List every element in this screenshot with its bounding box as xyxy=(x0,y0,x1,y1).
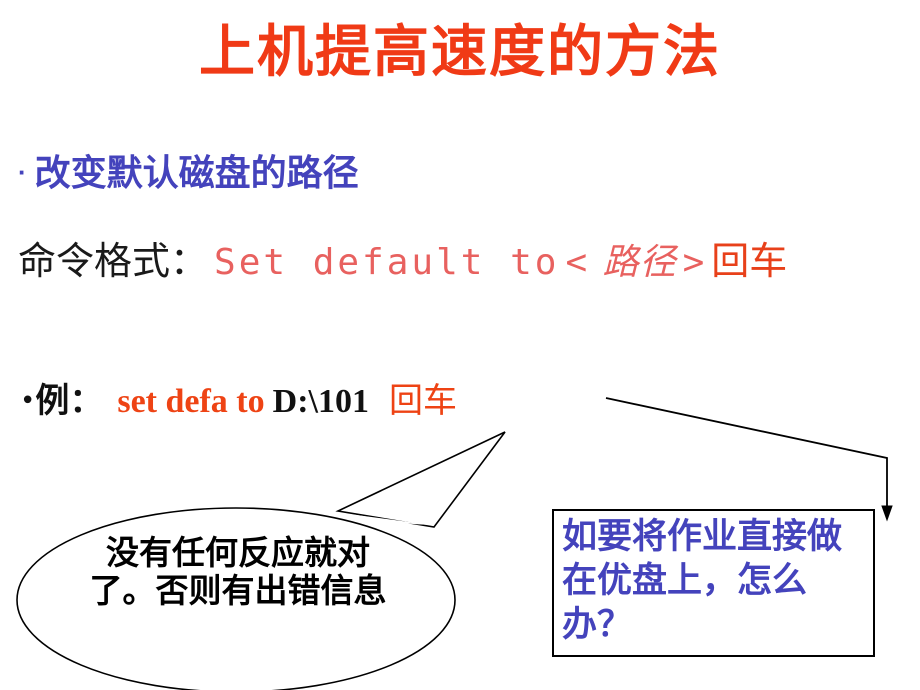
bullet-marker-icon: · xyxy=(18,157,27,187)
command-format-line: 命令格式： Set default to < 路径 > 回车 xyxy=(18,236,787,288)
callout-tail-join-mask xyxy=(341,513,432,525)
slide-canvas: 上机提高速度的方法 · 改变默认磁盘的路径 命令格式： Set default to… xyxy=(0,0,920,690)
page-title: 上机提高速度的方法 xyxy=(199,20,721,83)
command-argument-placeholder: 路径 xyxy=(590,242,677,283)
question-box-text: 如要将作业直接做在优盘上，怎么办？ xyxy=(562,517,843,644)
bullet-item-label: 改变默认磁盘的路径 xyxy=(34,152,359,193)
command-argument-open-bracket: < xyxy=(565,242,591,283)
connector-arrowhead-icon xyxy=(881,505,893,522)
example-command-text: set defa to xyxy=(117,383,265,420)
bullet-item-change-default-path: · 改变默认磁盘的路径 xyxy=(18,148,359,197)
example-bullet-marker-icon: • xyxy=(20,386,36,416)
example-enter-key-label: 回车 xyxy=(388,382,457,420)
command-argument-close-bracket: > xyxy=(682,242,708,283)
example-label: 例： xyxy=(35,381,104,421)
command-format-label: 命令格式： xyxy=(18,239,209,283)
question-box: 如要将作业直接做在优盘上，怎么办？ xyxy=(552,509,875,657)
connector-arrow-line xyxy=(605,397,888,512)
command-format-syntax: Set default to xyxy=(214,242,560,283)
callout-tail-pointer xyxy=(335,431,506,528)
example-line: •例： set defa to D:\101 回车 xyxy=(20,378,457,425)
example-path-text: D:\101 xyxy=(272,383,369,420)
command-enter-key-label: 回车 xyxy=(711,241,788,283)
ellipse-callout-text: 没有任何反应就对了。否则有出错信息 xyxy=(89,534,387,609)
